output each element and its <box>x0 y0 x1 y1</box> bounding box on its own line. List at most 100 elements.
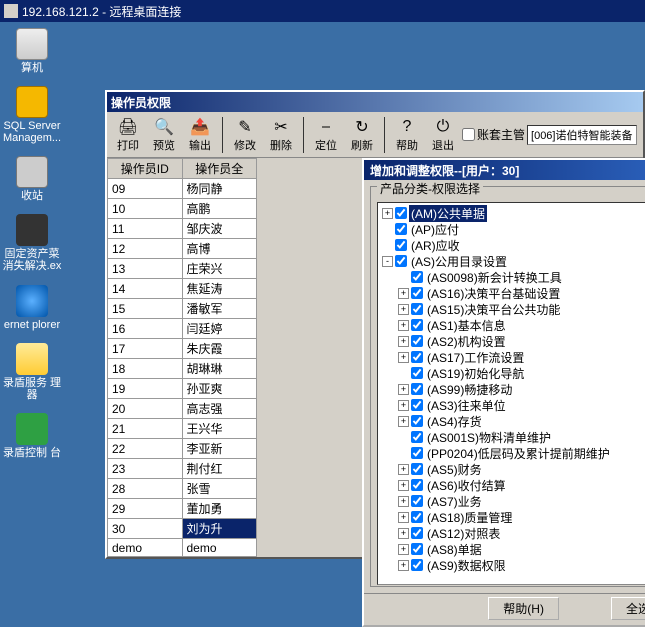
expand-icon[interactable]: + <box>398 304 409 315</box>
table-row[interactable]: 10高鹏 <box>108 199 257 219</box>
tree-checkbox[interactable] <box>395 223 407 235</box>
table-row[interactable]: 09杨同静 <box>108 179 257 199</box>
tree-checkbox[interactable] <box>411 511 423 523</box>
table-row[interactable]: 21王兴华 <box>108 419 257 439</box>
tree-node[interactable]: (AS001S)物料清单维护 <box>398 429 645 445</box>
tree-node[interactable]: +(AS99)畅捷移动 <box>398 381 645 397</box>
tree-node[interactable]: +(AS15)决策平台公共功能 <box>398 301 645 317</box>
table-row[interactable]: 20高志强 <box>108 399 257 419</box>
table-row[interactable]: demodemo <box>108 539 257 557</box>
expand-icon[interactable]: + <box>398 528 409 539</box>
perm-tree-wrap[interactable]: +(AM)公共单据(AP)应付(AR)应收-(AS)公用目录设置(AS0098)… <box>377 202 645 585</box>
table-row[interactable]: 14焦延涛 <box>108 279 257 299</box>
collapse-icon[interactable]: - <box>382 256 393 267</box>
tree-checkbox[interactable] <box>411 399 423 411</box>
table-row[interactable]: 30刘为升 <box>108 519 257 539</box>
tree-checkbox[interactable] <box>411 383 423 395</box>
tree-checkbox[interactable] <box>411 463 423 475</box>
desktop-sqlserver[interactable]: SQL Server Managem... <box>2 86 62 144</box>
tree-checkbox[interactable] <box>411 479 423 491</box>
desktop-mycomputer[interactable]: 算机 <box>2 28 62 74</box>
expand-icon[interactable]: + <box>398 480 409 491</box>
tree-node[interactable]: +(AS6)收付结算 <box>398 477 645 493</box>
help-button[interactable]: 帮助(H) <box>488 597 559 620</box>
expand-icon[interactable]: + <box>398 416 409 427</box>
expand-icon[interactable]: + <box>398 544 409 555</box>
tree-node[interactable]: +(AS2)机构设置 <box>398 333 645 349</box>
tree-checkbox[interactable] <box>411 351 423 363</box>
table-row[interactable]: 19孙亚爽 <box>108 379 257 399</box>
expand-icon[interactable]: + <box>398 352 409 363</box>
tree-checkbox[interactable] <box>411 319 423 331</box>
expand-icon[interactable]: + <box>398 560 409 571</box>
tree-checkbox[interactable] <box>411 271 423 283</box>
tree-checkbox[interactable] <box>411 543 423 555</box>
tree-checkbox[interactable] <box>411 335 423 347</box>
expand-icon[interactable]: + <box>398 384 409 395</box>
tree-node[interactable]: +(AS12)对照表 <box>398 525 645 541</box>
tree-node[interactable]: +(AS5)财务 <box>398 461 645 477</box>
desktop-ludun-console[interactable]: 录盾控制 台 <box>2 413 62 459</box>
table-row[interactable]: 18胡琳琳 <box>108 359 257 379</box>
tb-locate[interactable]: ⎯定位 <box>309 115 343 155</box>
table-row[interactable]: SYSTEMSYSTEM <box>108 557 257 558</box>
tree-node[interactable]: (AP)应付 <box>382 221 645 237</box>
expand-icon[interactable]: + <box>398 496 409 507</box>
tree-node[interactable]: +(AS7)业务 <box>398 493 645 509</box>
tree-checkbox[interactable] <box>411 303 423 315</box>
table-row[interactable]: 15潘敏军 <box>108 299 257 319</box>
tree-node[interactable]: +(AS4)存货 <box>398 413 645 429</box>
table-row[interactable]: 11邹庆波 <box>108 219 257 239</box>
tree-node[interactable]: +(AS3)往来单位 <box>398 397 645 413</box>
table-row[interactable]: 29董加勇 <box>108 499 257 519</box>
tree-node[interactable]: (AS19)初始化导航 <box>398 365 645 381</box>
tree-checkbox[interactable] <box>411 447 423 459</box>
tree-node[interactable]: +(AM)公共单据 <box>382 205 645 221</box>
tree-node[interactable]: +(AS1)基本信息 <box>398 317 645 333</box>
tb-refresh[interactable]: ↻刷新 <box>345 115 379 155</box>
tree-node[interactable]: (AR)应收 <box>382 237 645 253</box>
table-row[interactable]: 22李亚新 <box>108 439 257 459</box>
account-admin-checkbox[interactable] <box>462 128 475 141</box>
tree-checkbox[interactable] <box>411 431 423 443</box>
tree-checkbox[interactable] <box>411 415 423 427</box>
table-row[interactable]: 23荆付红 <box>108 459 257 479</box>
account-set-select[interactable]: [006]诺伯特智能装备 <box>527 125 637 145</box>
desktop-recyclebin[interactable]: 收站 <box>2 156 62 202</box>
column-header[interactable]: 操作员全 <box>182 159 257 179</box>
tb-help[interactable]: ?帮助 <box>390 115 424 155</box>
tree-checkbox[interactable] <box>411 495 423 507</box>
tree-node[interactable]: (PP0204)低层码及累计提前期维护 <box>398 445 645 461</box>
select-all-button[interactable]: 全选 <box>611 597 645 620</box>
tb-preview[interactable]: 🔍预览 <box>147 115 181 155</box>
tree-node[interactable]: +(AS16)决策平台基础设置 <box>398 285 645 301</box>
tb-delete[interactable]: ✂删除 <box>264 115 298 155</box>
tree-checkbox[interactable] <box>411 559 423 571</box>
tree-node[interactable]: -(AS)公用目录设置 <box>382 253 645 269</box>
desktop-fixedasset[interactable]: 固定资产菜 消失解决.ex <box>2 214 62 272</box>
expand-icon[interactable]: + <box>398 400 409 411</box>
expand-icon[interactable]: + <box>398 512 409 523</box>
table-row[interactable]: 16闫廷婷 <box>108 319 257 339</box>
expand-icon[interactable]: + <box>398 336 409 347</box>
expand-icon[interactable]: + <box>398 464 409 475</box>
tree-checkbox[interactable] <box>395 207 407 219</box>
expand-icon[interactable]: + <box>382 208 393 219</box>
desktop-ie[interactable]: ernet plorer <box>2 285 62 331</box>
table-row[interactable]: 28张雪 <box>108 479 257 499</box>
tb-edit[interactable]: ✎修改 <box>228 115 262 155</box>
tree-checkbox[interactable] <box>395 239 407 251</box>
tree-node[interactable]: +(AS8)单据 <box>398 541 645 557</box>
table-row[interactable]: 13庄荣兴 <box>108 259 257 279</box>
expand-icon[interactable]: + <box>398 320 409 331</box>
desktop-ludun-svc[interactable]: 录盾服务 理器 <box>2 343 62 401</box>
tree-checkbox[interactable] <box>411 287 423 299</box>
tree-node[interactable]: (AS0098)新会计转换工具 <box>398 269 645 285</box>
table-row[interactable]: 17朱庆霞 <box>108 339 257 359</box>
tree-node[interactable]: +(AS18)质量管理 <box>398 509 645 525</box>
tb-print[interactable]: 🖨打印 <box>111 115 145 155</box>
table-row[interactable]: 12高博 <box>108 239 257 259</box>
tree-checkbox[interactable] <box>411 367 423 379</box>
tb-export[interactable]: 📤输出 <box>183 115 217 155</box>
tree-checkbox[interactable] <box>395 255 407 267</box>
